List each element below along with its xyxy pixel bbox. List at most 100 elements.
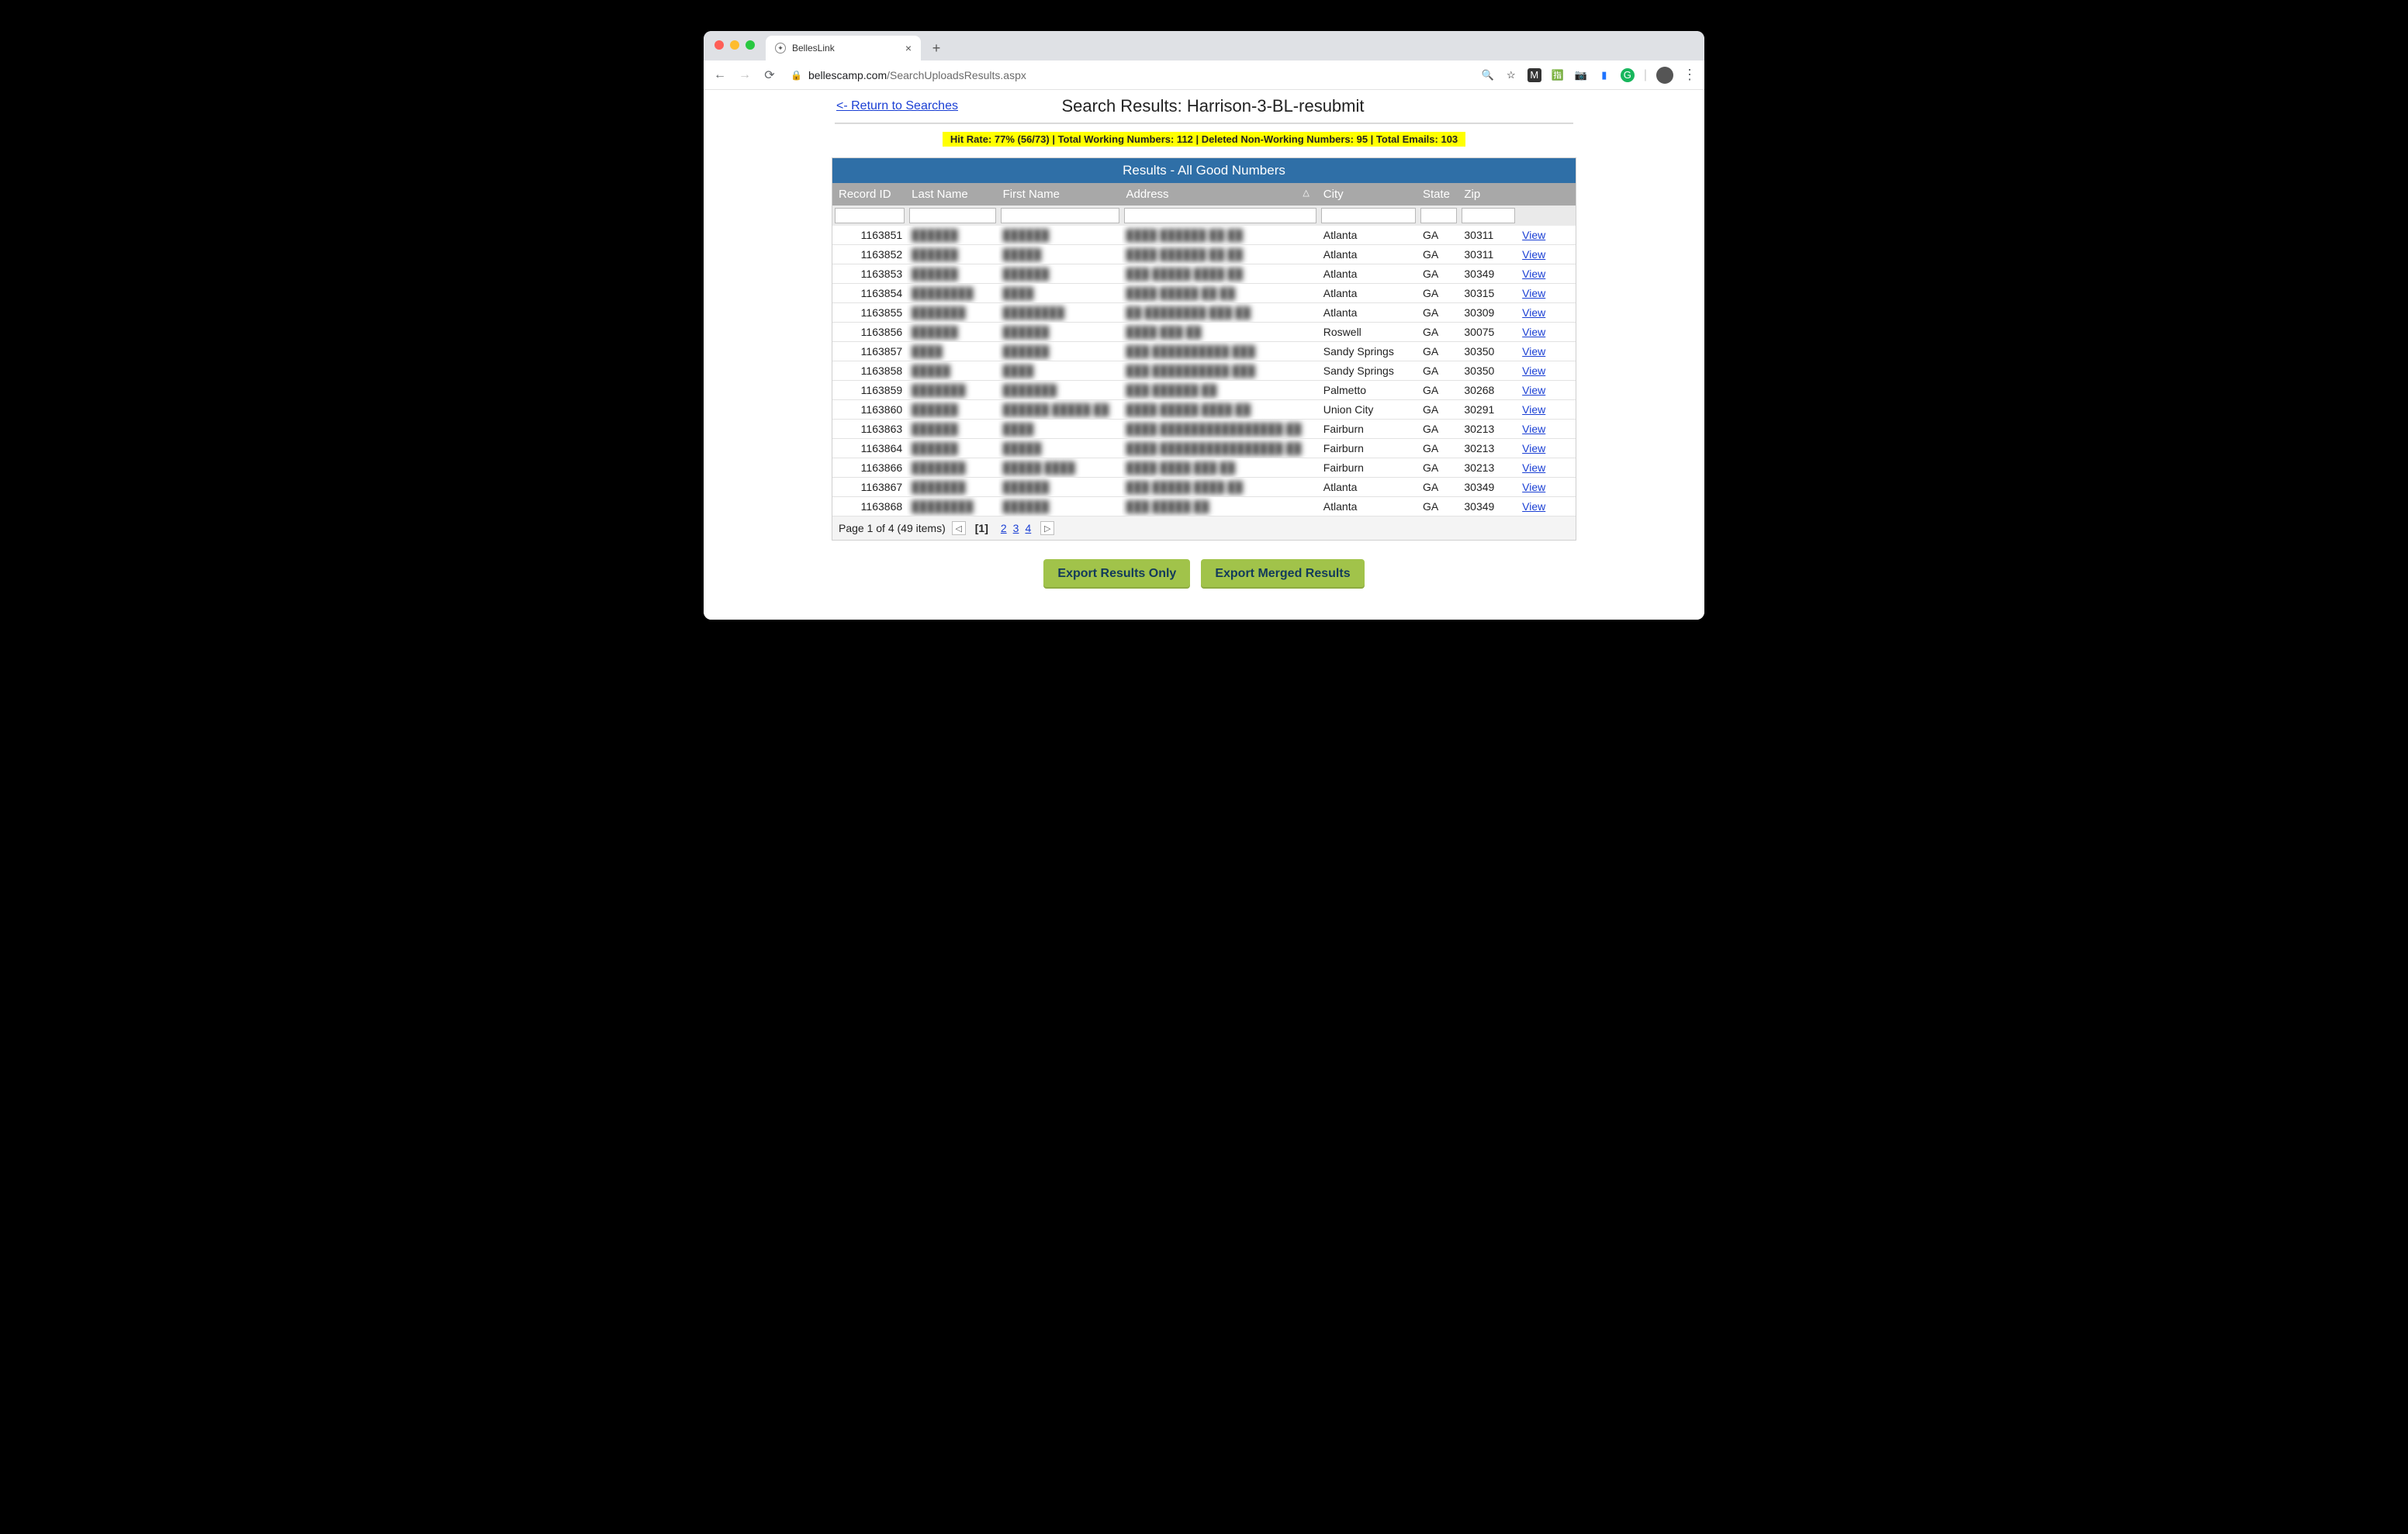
table-row: 1163859█████████████████ ██████ ██Palmet… — [832, 381, 1576, 400]
col-last-name[interactable]: Last Name — [907, 183, 998, 206]
view-link[interactable]: View — [1522, 442, 1545, 454]
view-link[interactable]: View — [1522, 287, 1545, 299]
minimize-window-button[interactable] — [730, 40, 739, 50]
pager-summary: Page 1 of 4 (49 items) — [839, 522, 946, 534]
divider — [835, 123, 1573, 124]
cell-view: View — [1517, 323, 1576, 342]
cell-zip: 30311 — [1459, 245, 1517, 264]
cell-view: View — [1517, 497, 1576, 517]
col-record-id[interactable]: Record ID — [832, 183, 907, 206]
return-to-searches-link[interactable]: <- Return to Searches — [836, 99, 958, 113]
browser-tab-strip: ✦ BellesLink × + — [704, 31, 1704, 60]
pager-page-link[interactable]: 2 — [998, 522, 1010, 534]
cell-view: View — [1517, 400, 1576, 420]
pager: Page 1 of 4 (49 items) ◁ [1] 234 ▷ — [832, 517, 1576, 540]
cell-view: View — [1517, 361, 1576, 381]
col-city[interactable]: City — [1319, 183, 1418, 206]
cell-zip: 30311 — [1459, 226, 1517, 245]
cell-record-id: 1163867 — [832, 478, 907, 497]
cell-last-name: ██████ — [907, 400, 998, 420]
cell-zip: 30349 — [1459, 264, 1517, 284]
new-tab-button[interactable]: + — [925, 37, 947, 59]
col-state[interactable]: State — [1418, 183, 1459, 206]
view-link[interactable]: View — [1522, 500, 1545, 513]
cell-last-name: ██████ — [907, 226, 998, 245]
pager-page-link[interactable]: 4 — [1022, 522, 1034, 534]
view-link[interactable]: View — [1522, 248, 1545, 261]
browser-tab[interactable]: ✦ BellesLink × — [766, 36, 921, 60]
col-first-name[interactable]: First Name — [998, 183, 1122, 206]
cell-first-name: █████ — [998, 439, 1122, 458]
pager-page-link[interactable]: 3 — [1010, 522, 1022, 534]
cell-state: GA — [1418, 497, 1459, 517]
cell-last-name: ███████ — [907, 458, 998, 478]
table-row: 1163858████████████ ██████████ ███Sandy … — [832, 361, 1576, 381]
filter-state[interactable] — [1420, 208, 1457, 223]
view-link[interactable]: View — [1522, 326, 1545, 338]
extension-m-icon[interactable]: M — [1527, 68, 1541, 82]
extension-translate-icon[interactable]: 🈯 — [1551, 68, 1565, 82]
tab-close-icon[interactable]: × — [905, 42, 912, 54]
hit-rate-stats: Hit Rate: 77% (56/73) | Total Working Nu… — [943, 132, 1465, 147]
panel-title: Results - All Good Numbers — [832, 158, 1576, 183]
export-merged-results-button[interactable]: Export Merged Results — [1201, 559, 1364, 589]
cell-last-name: ██████ — [907, 420, 998, 439]
view-link[interactable]: View — [1522, 345, 1545, 358]
extension-grammarly-icon[interactable]: G — [1621, 68, 1635, 82]
close-window-button[interactable] — [714, 40, 724, 50]
zoom-icon[interactable]: 🔍 — [1481, 68, 1495, 82]
filter-first-name[interactable] — [1001, 208, 1119, 223]
cell-first-name: ██████ █████ ██ — [998, 400, 1122, 420]
cell-city: Atlanta — [1319, 226, 1418, 245]
maximize-window-button[interactable] — [746, 40, 755, 50]
reload-button[interactable]: ⟳ — [761, 67, 778, 83]
col-address[interactable]: Address△ — [1122, 183, 1319, 206]
view-link[interactable]: View — [1522, 306, 1545, 319]
cell-last-name: ███████ — [907, 381, 998, 400]
view-link[interactable]: View — [1522, 229, 1545, 241]
view-link[interactable]: View — [1522, 364, 1545, 377]
cell-first-name: ████ — [998, 361, 1122, 381]
cell-address: ███ ██████████ ███ — [1122, 342, 1319, 361]
cell-city: Roswell — [1319, 323, 1418, 342]
cell-zip: 30213 — [1459, 420, 1517, 439]
cell-state: GA — [1418, 303, 1459, 323]
back-button[interactable]: ← — [711, 68, 728, 82]
view-link[interactable]: View — [1522, 481, 1545, 493]
cell-first-name: █████ — [998, 245, 1122, 264]
filter-zip[interactable] — [1462, 208, 1515, 223]
cell-state: GA — [1418, 342, 1459, 361]
cell-city: Atlanta — [1319, 497, 1418, 517]
col-zip[interactable]: Zip — [1459, 183, 1517, 206]
extension-flag-icon[interactable]: ▮ — [1597, 68, 1611, 82]
cell-city: Sandy Springs — [1319, 361, 1418, 381]
export-results-only-button[interactable]: Export Results Only — [1043, 559, 1190, 589]
profile-avatar[interactable] — [1656, 67, 1673, 84]
extension-camera-icon[interactable]: 📷 — [1574, 68, 1588, 82]
cell-record-id: 1163868 — [832, 497, 907, 517]
pager-next-button[interactable]: ▷ — [1040, 521, 1054, 535]
view-link[interactable]: View — [1522, 423, 1545, 435]
export-buttons: Export Results Only Export Merged Result… — [832, 559, 1576, 589]
filter-city[interactable] — [1321, 208, 1416, 223]
filter-record-id[interactable] — [835, 208, 905, 223]
cell-view: View — [1517, 439, 1576, 458]
bookmark-star-icon[interactable]: ☆ — [1504, 68, 1518, 82]
forward-button[interactable]: → — [736, 68, 753, 82]
view-link[interactable]: View — [1522, 268, 1545, 280]
filter-address[interactable] — [1124, 208, 1316, 223]
filter-last-name[interactable] — [909, 208, 996, 223]
cell-address: ████ ████████████████ ██ — [1122, 439, 1319, 458]
browser-menu-icon[interactable]: ⋮ — [1683, 67, 1697, 83]
pager-prev-button[interactable]: ◁ — [952, 521, 966, 535]
cell-address: ███ █████ ██ — [1122, 497, 1319, 517]
favicon-icon: ✦ — [775, 43, 786, 54]
cell-view: View — [1517, 264, 1576, 284]
browser-window: ✦ BellesLink × + ← → ⟳ 🔒 bellescamp.com/… — [704, 31, 1704, 620]
extensions-area: 🔍 ☆ M 🈯 📷 ▮ G | ⋮ — [1481, 67, 1697, 84]
view-link[interactable]: View — [1522, 403, 1545, 416]
address-bar[interactable]: 🔒 bellescamp.com/SearchUploadsResults.as… — [786, 69, 1473, 81]
view-link[interactable]: View — [1522, 384, 1545, 396]
view-link[interactable]: View — [1522, 461, 1545, 474]
cell-view: View — [1517, 226, 1576, 245]
